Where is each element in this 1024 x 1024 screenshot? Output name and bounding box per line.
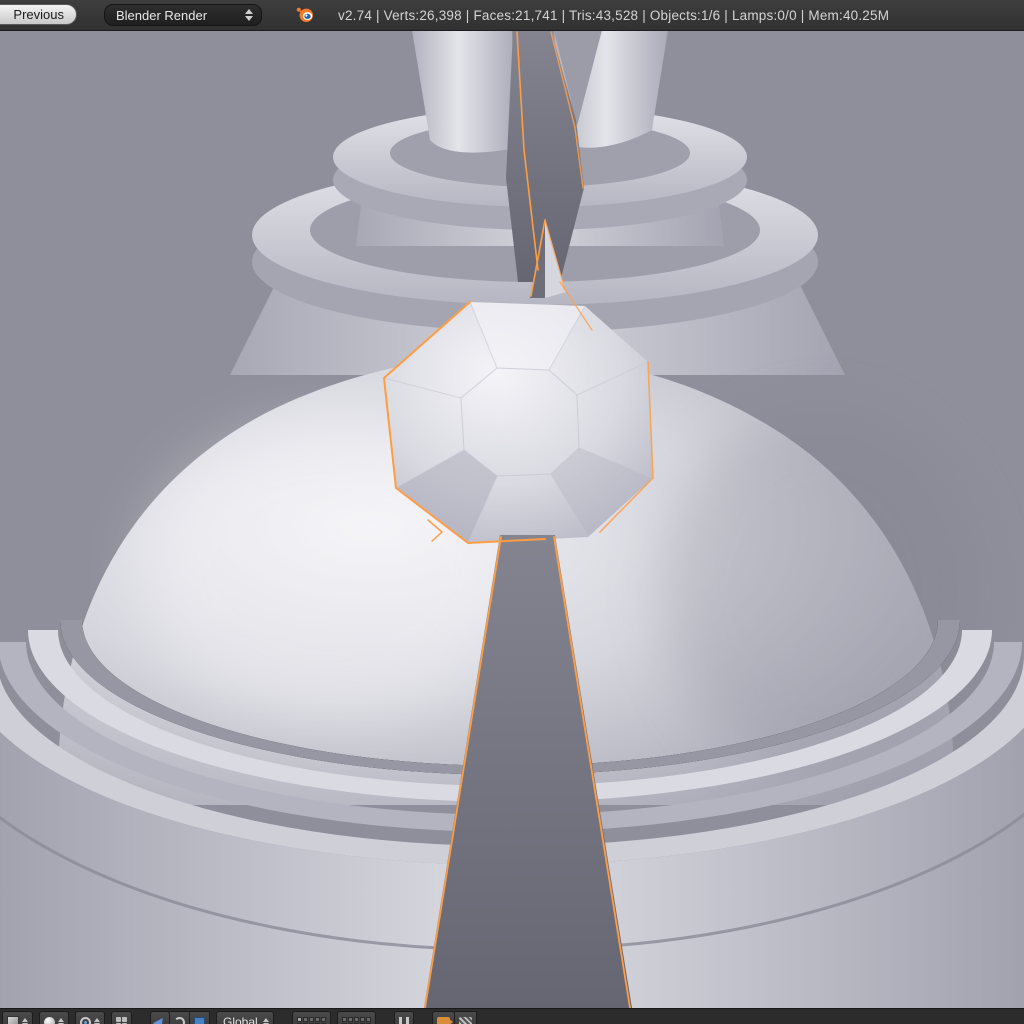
clapperboard-icon <box>459 1017 472 1024</box>
scale-square-icon <box>194 1017 205 1024</box>
shading-sphere-icon <box>44 1017 55 1024</box>
viewport-header-bar: Global <box>0 1008 1024 1024</box>
chevron-updown-icon <box>245 9 253 21</box>
blender-window: Previous Blender Render v2.74 | Verts:26… <box>0 0 1024 1024</box>
chevron-updown-icon <box>263 1018 269 1024</box>
chevron-updown-icon <box>22 1018 28 1024</box>
manipulator-rotate-button[interactable] <box>170 1011 190 1024</box>
chevron-updown-icon <box>94 1018 100 1024</box>
viewport-scene <box>0 30 1024 1008</box>
snap-magnet-icon <box>399 1017 409 1024</box>
scene-layers-right[interactable] <box>337 1011 376 1024</box>
transform-orientation-select[interactable]: Global <box>216 1011 274 1024</box>
snap-toggle-button[interactable] <box>394 1011 414 1024</box>
layers-grid-icon <box>116 1017 127 1024</box>
layers-right-icon <box>342 1017 371 1024</box>
layers-small-button[interactable] <box>111 1011 132 1024</box>
scene-stats: v2.74 | Verts:26,398 | Faces:21,741 | Tr… <box>338 0 889 30</box>
layers-left-icon <box>297 1017 326 1024</box>
render-animation-button[interactable] <box>455 1011 477 1024</box>
editor-type-icon <box>7 1016 19 1024</box>
translate-arrow-icon <box>153 1015 167 1024</box>
3d-viewport[interactable] <box>0 30 1024 1008</box>
render-camera-icon <box>437 1017 450 1024</box>
previous-button[interactable]: Previous <box>0 4 77 25</box>
blender-logo-icon <box>296 6 315 23</box>
render-preview-button[interactable] <box>432 1011 455 1024</box>
info-header: Previous Blender Render v2.74 | Verts:26… <box>0 0 1024 31</box>
scene-layers-left[interactable] <box>292 1011 331 1024</box>
editor-type-menu[interactable] <box>2 1011 33 1024</box>
render-group <box>432 1011 477 1024</box>
render-engine-select[interactable]: Blender Render <box>104 4 262 26</box>
render-engine-label: Blender Render <box>116 8 245 23</box>
chevron-updown-icon <box>58 1018 64 1024</box>
rotate-curve-icon <box>174 1017 185 1024</box>
manipulator-translate-button[interactable] <box>150 1011 170 1024</box>
pivot-point-menu[interactable] <box>75 1011 105 1024</box>
orientation-label: Global <box>221 1015 260 1024</box>
previous-button-label: Previous <box>13 7 64 22</box>
viewport-shading-menu[interactable] <box>39 1011 69 1024</box>
manipulator-group <box>150 1011 210 1024</box>
manipulator-scale-button[interactable] <box>190 1011 210 1024</box>
pivot-icon <box>80 1017 91 1024</box>
